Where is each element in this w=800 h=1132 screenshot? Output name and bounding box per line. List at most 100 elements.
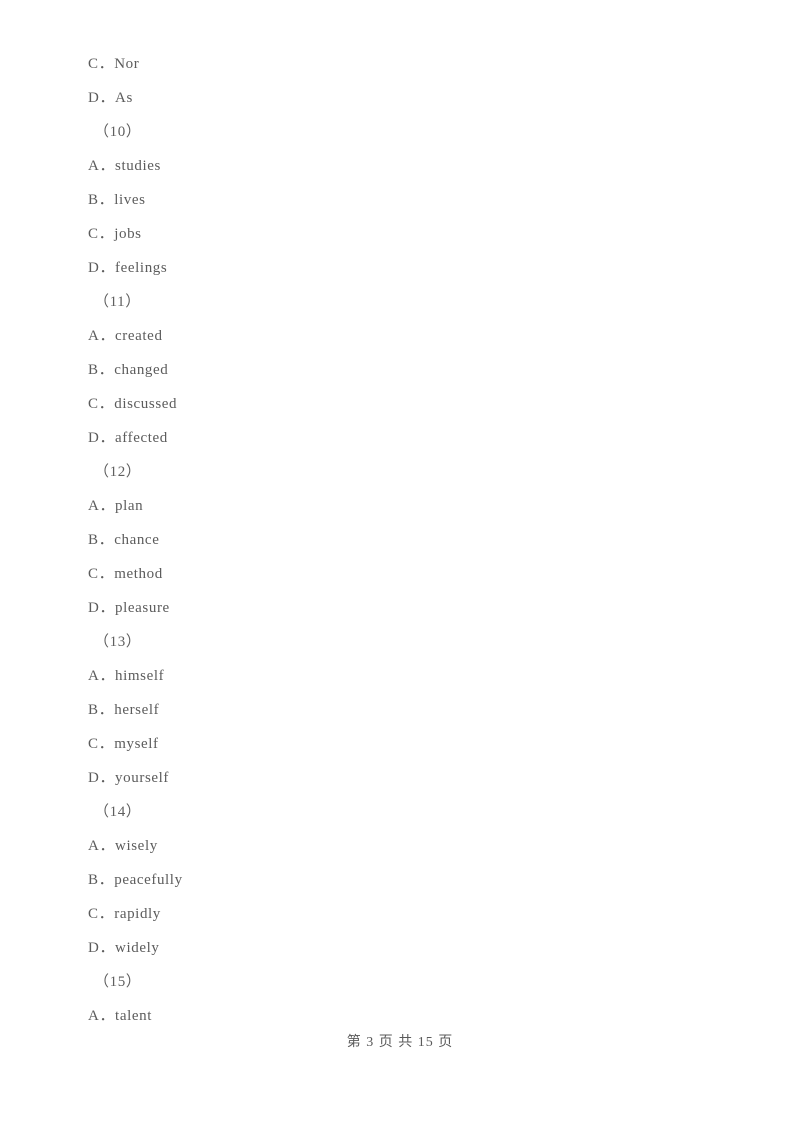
option-letter: A	[88, 498, 100, 514]
option-letter: A	[88, 1008, 100, 1024]
option-separator: ．	[98, 566, 115, 582]
answer-option[interactable]: B．herself	[0, 693, 800, 727]
option-separator: ．	[98, 192, 115, 208]
option-text: chance	[114, 532, 160, 548]
option-separator: ．	[98, 872, 115, 888]
answer-option[interactable]: D．pleasure	[0, 591, 800, 625]
option-separator: ．	[99, 1008, 116, 1024]
option-text: As	[115, 90, 133, 106]
answer-option[interactable]: B．lives	[0, 183, 800, 217]
option-separator: ．	[99, 600, 116, 616]
option-letter: D	[88, 940, 100, 956]
document-page: C．Nor D．As （10） A．studies B．lives C．jobs D．fee…	[0, 0, 800, 1132]
option-separator: ．	[98, 906, 115, 922]
option-letter: A	[88, 158, 100, 174]
option-separator: ．	[99, 668, 116, 684]
option-separator: ．	[98, 702, 115, 718]
option-letter: D	[88, 260, 100, 276]
answer-option[interactable]: A．studies	[0, 149, 800, 183]
option-letter: C	[88, 906, 99, 922]
option-text: lives	[114, 192, 146, 208]
option-separator: ．	[99, 430, 116, 446]
option-text: jobs	[114, 226, 142, 242]
answer-option[interactable]: A．wisely	[0, 829, 800, 863]
option-separator: ．	[99, 260, 116, 276]
option-letter: D	[88, 430, 100, 446]
option-separator: ．	[99, 940, 116, 956]
option-text: pleasure	[115, 600, 170, 616]
option-text: affected	[115, 430, 168, 446]
option-letter: C	[88, 396, 99, 412]
option-letter: D	[88, 600, 100, 616]
question-options-list: C．Nor D．As （10） A．studies B．lives C．jobs D．fee…	[0, 47, 800, 1033]
option-letter: B	[88, 532, 99, 548]
question-number: （15）	[94, 974, 142, 990]
option-separator: ．	[98, 532, 115, 548]
option-separator: ．	[99, 770, 116, 786]
question-number: （14）	[94, 804, 142, 820]
option-text: changed	[114, 362, 169, 378]
option-letter: A	[88, 838, 100, 854]
option-letter: B	[88, 192, 99, 208]
option-text: rapidly	[114, 906, 161, 922]
answer-option[interactable]: D．yourself	[0, 761, 800, 795]
answer-option[interactable]: B．peacefully	[0, 863, 800, 897]
page-footer: 第 3 页 共 15 页	[346, 1035, 454, 1050]
option-separator: ．	[98, 56, 115, 72]
option-letter: D	[88, 90, 100, 106]
answer-option[interactable]: C．method	[0, 557, 800, 591]
answer-option[interactable]: D．widely	[0, 931, 800, 965]
answer-option[interactable]: A．plan	[0, 489, 800, 523]
answer-option[interactable]: D．As	[0, 81, 800, 115]
option-text: created	[115, 328, 163, 344]
option-separator: ．	[98, 226, 115, 242]
answer-option[interactable]: C．discussed	[0, 387, 800, 421]
option-text: talent	[115, 1008, 152, 1024]
option-text: himself	[115, 668, 165, 684]
answer-option[interactable]: A．himself	[0, 659, 800, 693]
option-text: feelings	[115, 260, 168, 276]
option-text: peacefully	[114, 872, 183, 888]
option-separator: ．	[99, 328, 116, 344]
answer-option[interactable]: B．changed	[0, 353, 800, 387]
option-separator: ．	[99, 90, 116, 106]
option-text: studies	[115, 158, 161, 174]
answer-option[interactable]: C．Nor	[0, 47, 800, 81]
option-letter: C	[88, 566, 99, 582]
question-number: （11）	[94, 294, 141, 310]
question-number: （10）	[94, 124, 142, 140]
option-text: myself	[114, 736, 159, 752]
question-number: （12）	[94, 464, 142, 480]
answer-option[interactable]: D．affected	[0, 421, 800, 455]
answer-option[interactable]: C．jobs	[0, 217, 800, 251]
option-text: discussed	[114, 396, 178, 412]
option-separator: ．	[98, 362, 115, 378]
answer-option[interactable]: A．created	[0, 319, 800, 353]
answer-option[interactable]: B．chance	[0, 523, 800, 557]
option-separator: ．	[98, 396, 115, 412]
option-letter: B	[88, 702, 99, 718]
answer-option[interactable]: C．rapidly	[0, 897, 800, 931]
option-letter: B	[88, 872, 99, 888]
option-letter: C	[88, 56, 99, 72]
option-letter: A	[88, 328, 100, 344]
option-letter: C	[88, 736, 99, 752]
question-number: （13）	[94, 634, 142, 650]
answer-option[interactable]: D．feelings	[0, 251, 800, 285]
option-separator: ．	[98, 736, 115, 752]
option-text: wisely	[115, 838, 158, 854]
option-text: Nor	[114, 56, 140, 72]
option-letter: D	[88, 770, 100, 786]
option-text: yourself	[115, 770, 169, 786]
answer-option[interactable]: A．talent	[0, 999, 800, 1033]
option-text: widely	[115, 940, 160, 956]
option-letter: C	[88, 226, 99, 242]
option-text: method	[114, 566, 163, 582]
option-separator: ．	[99, 838, 116, 854]
option-separator: ．	[99, 498, 116, 514]
answer-option[interactable]: C．myself	[0, 727, 800, 761]
option-text: herself	[114, 702, 160, 718]
option-separator: ．	[99, 158, 116, 174]
option-letter: A	[88, 668, 100, 684]
option-letter: B	[88, 362, 99, 378]
